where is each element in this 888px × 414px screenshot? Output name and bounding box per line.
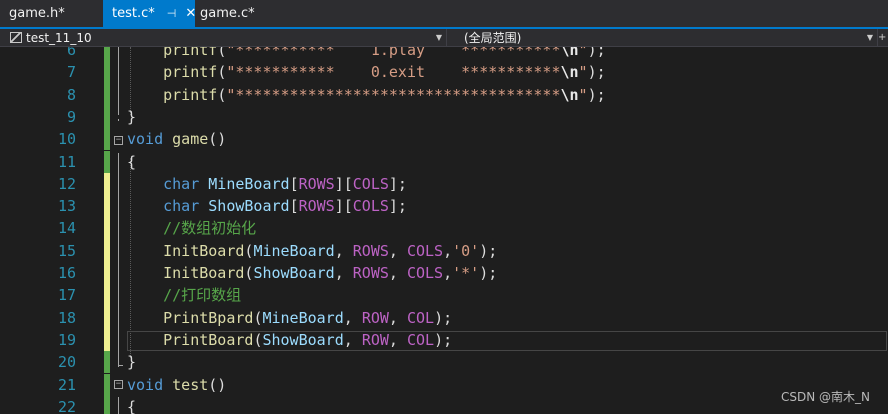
split-button[interactable]: + [878, 29, 888, 46]
code-line[interactable]: 21 void test() [0, 373, 888, 396]
scope-dropdown[interactable]: (全局范围) ▼ [448, 29, 878, 46]
change-tracking-marker [104, 195, 110, 218]
line-number: 21 [57, 375, 76, 394]
change-tracking-marker [104, 351, 110, 374]
line-number: 15 [57, 241, 76, 260]
code-line[interactable]: 11 { [0, 150, 888, 173]
code-line[interactable]: 16 InitBoard(ShowBoard, ROWS, COLS,'*'); [0, 262, 888, 285]
change-tracking-marker [104, 395, 110, 414]
line-number: 10 [57, 130, 76, 149]
code-line[interactable]: 8 printf("******************************… [0, 83, 888, 106]
project-name: test_11_10 [26, 30, 92, 45]
change-tracking-marker [104, 172, 110, 196]
change-tracking-marker [104, 105, 110, 129]
chevron-down-icon: ▼ [866, 33, 873, 42]
change-tracking-marker [104, 284, 110, 307]
code-text: //打印数组 [163, 286, 242, 305]
change-tracking-marker [104, 306, 110, 329]
code-line[interactable]: 15 InitBoard(MineBoard, ROWS, COLS,'0'); [0, 239, 888, 262]
line-number: 14 [57, 219, 76, 238]
line-number: 20 [57, 353, 76, 372]
change-tracking-marker [104, 239, 110, 262]
code-line[interactable]: 19 PrintBoard(ShowBoard, ROW, COL); [0, 328, 888, 352]
code-text: void test() [127, 375, 227, 394]
code-text: InitBoard(MineBoard, ROWS, COLS,'0'); [163, 241, 498, 260]
project-icon [10, 32, 22, 43]
tab-label: game.h* [9, 6, 65, 21]
code-text: void game() [127, 130, 227, 149]
change-tracking-marker [104, 150, 110, 173]
code-text: PrintBpard(MineBoard, ROW, COL); [163, 308, 453, 327]
tab-label: game.c* [200, 6, 255, 21]
change-tracking-marker [104, 217, 110, 240]
line-number: 16 [57, 264, 76, 282]
code-text: InitBoard(ShowBoard, ROWS, COLS,'*'); [163, 264, 498, 282]
code-text: char ShowBoard[ROWS][COLS]; [163, 197, 407, 216]
line-number: 17 [57, 286, 76, 305]
code-line[interactable]: 13 char ShowBoard[ROWS][COLS]; [0, 195, 888, 218]
line-number: 11 [57, 152, 76, 171]
collapse-icon[interactable]: − [114, 380, 123, 389]
code-text: printf("********************************… [163, 85, 606, 104]
code-line[interactable]: 10 void game() [0, 128, 888, 151]
change-tracking-marker [104, 128, 110, 151]
change-tracking-marker [104, 83, 110, 106]
code-text: printf("*********** 0.exit ***********\n… [163, 63, 606, 82]
tab-label: test.c* [112, 6, 155, 21]
change-tracking-marker [104, 262, 110, 285]
line-number: 22 [57, 397, 76, 414]
pin-icon[interactable]: ⊣ [167, 7, 177, 20]
change-tracking-marker [104, 61, 110, 84]
line-number: 19 [57, 330, 76, 349]
collapse-icon[interactable]: − [114, 136, 123, 145]
scope-name: (全局范围) [464, 31, 522, 45]
code-line[interactable]: 9} [0, 105, 888, 129]
code-line[interactable]: 14 //数组初始化 [0, 217, 888, 240]
watermark: CSDN @南木_N [780, 390, 870, 404]
code-text: } [127, 107, 137, 126]
code-line[interactable]: 18 PrintBpard(MineBoard, ROW, COL); [0, 306, 888, 329]
chevron-down-icon: ▼ [435, 33, 442, 42]
code-line[interactable]: 17 //打印数组 [0, 284, 888, 307]
line-number: 6 [66, 47, 76, 59]
change-tracking-marker [104, 47, 110, 62]
plus-icon: + [878, 32, 887, 43]
code-line[interactable]: 22 { [0, 395, 888, 414]
code-line[interactable]: 20} [0, 351, 888, 374]
code-line[interactable]: 6 printf("*********** 1.play ***********… [0, 47, 888, 62]
code-text: char MineBoard[ROWS][COLS]; [163, 174, 407, 193]
code-text: { [127, 397, 137, 414]
line-number: 12 [57, 174, 76, 193]
code-line[interactable]: 12 char MineBoard[ROWS][COLS]; [0, 172, 888, 196]
code-text: printf("*********** 1.play ***********\n… [163, 47, 606, 59]
code-text: } [127, 353, 137, 372]
project-dropdown[interactable]: test_11_10 ▼ [0, 29, 447, 46]
code-text: //数组初始化 [163, 219, 257, 238]
code-text: PrintBoard(ShowBoard, ROW, COL); [163, 330, 453, 349]
document-tab-bar: game.h* test.c* ⊣ ✕ game.c* [0, 0, 888, 27]
line-number: 18 [57, 308, 76, 327]
code-text: { [127, 152, 137, 171]
tab-game-c[interactable]: game.c* [191, 0, 271, 27]
navigation-bar: test_11_10 ▼ (全局范围) ▼ + [0, 29, 888, 47]
line-number: 13 [57, 197, 76, 216]
code-editor[interactable]: 6 printf("*********** 1.play ***********… [0, 47, 888, 414]
tab-test-c[interactable]: test.c* ⊣ ✕ [103, 0, 196, 27]
change-tracking-marker [104, 328, 110, 352]
code-line[interactable]: 7 printf("*********** 0.exit ***********… [0, 61, 888, 84]
line-number: 9 [66, 107, 76, 126]
line-number: 7 [66, 63, 76, 82]
line-number: 8 [66, 85, 76, 104]
tab-game-h[interactable]: game.h* [0, 0, 103, 27]
change-tracking-marker [104, 373, 110, 396]
